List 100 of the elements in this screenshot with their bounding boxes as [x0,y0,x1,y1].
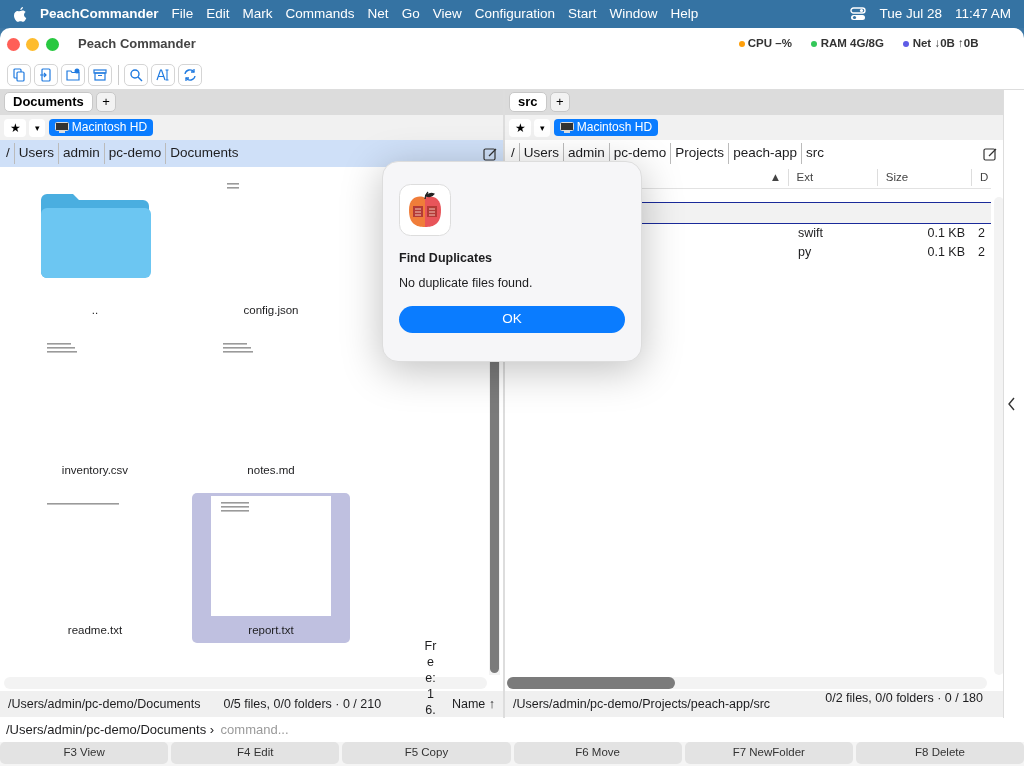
window-title: Peach Commander [78,35,196,54]
function-key-button[interactable]: F5 Copy [342,742,511,764]
drive-button[interactable]: Macintosh HD [48,119,154,136]
drive-button[interactable]: Macintosh HD [553,119,659,136]
text-preview-drawing [47,343,77,355]
refresh-button[interactable] [178,63,203,86]
scrollbar-track[interactable] [994,197,1003,675]
file-tile[interactable]: .. [16,173,174,323]
dropdown-button[interactable]: ▾ [534,118,551,137]
favorites-button[interactable]: ★ [4,118,26,137]
status-counts: 0/2 files, 0/0 folders · 0 / 180 [824,691,983,707]
path-segment[interactable]: admin [58,143,104,164]
menu-item[interactable]: Start [568,3,597,25]
status-counts: 0/5 files, 0/0 folders · 0 / 210 [223,695,383,713]
table-cell-text: py [798,244,813,262]
file-tile[interactable]: inventory.csv [16,333,174,483]
menu-item[interactable]: File [171,3,194,25]
move-button[interactable] [33,63,58,86]
scrollbar-thumb[interactable] [507,677,675,689]
sort-arrow-icon[interactable]: ▲ [769,168,782,187]
menu-item[interactable]: View [432,3,462,25]
monitor-icon [559,122,574,133]
file-name: report.txt [248,622,294,638]
text-preview-drawing [47,503,119,507]
control-center-icon[interactable] [850,7,867,21]
menu-item[interactable]: Window [609,3,658,25]
file-tile[interactable]: notes.md [192,333,350,483]
text-preview-drawing [223,343,253,355]
table-cell-text: 2 [978,225,985,243]
function-key-button[interactable]: F6 Move [513,742,682,764]
function-key-button[interactable]: F4 Edit [171,742,340,764]
dialog-title: Find Duplicates [399,250,494,267]
menu-clock: 11:47 AM [954,4,1011,23]
indicator-label: RAM 4G/8G [820,36,884,52]
menu-item[interactable]: Edit [206,3,230,25]
path-segment[interactable]: / [511,143,519,164]
text-cursor-icon [155,66,171,83]
archive-button[interactable] [88,63,113,86]
edit-path-icon[interactable] [483,146,497,161]
add-tab-button[interactable]: + [96,92,117,112]
table-cell-text: swift [798,225,824,243]
menu-item[interactable]: Configuration [474,3,555,25]
dropdown-button[interactable]: ▾ [29,118,46,137]
favorites-button[interactable]: ★ [509,118,531,137]
menu-date: Tue Jul 28 [879,4,942,23]
new-folder-icon [65,66,81,83]
copy-button[interactable] [6,63,31,86]
column-header[interactable]: Ext [787,168,877,187]
search-button[interactable] [123,63,148,86]
path-segment[interactable]: src [800,143,828,164]
new-folder-button[interactable] [61,63,85,86]
column-header[interactable]: Size [876,168,972,187]
path-segment[interactable]: Users [13,143,59,164]
menu-item[interactable]: Mark [242,3,273,25]
sort-button[interactable]: Name ↑ [451,694,495,714]
file-name: config.json [243,302,299,318]
path-segment[interactable]: Projects [670,143,729,164]
column-header[interactable]: D [971,168,991,187]
app-icon [399,184,451,236]
path-segment[interactable]: peach-app [728,143,801,164]
table-cell-text: 0.1 KB [926,225,965,243]
path-segment[interactable]: Documents [165,143,243,164]
indicator-label: CPU –% [747,36,792,52]
edit-path-icon[interactable] [983,146,997,161]
command-field[interactable]: command... [220,720,1018,740]
menu-item[interactable]: Net [367,3,389,25]
file-name: readme.txt [67,622,123,638]
close-button[interactable] [6,37,20,51]
function-key-button[interactable]: F3 View [0,742,169,764]
panel-tab[interactable]: src [509,92,547,112]
menu-item[interactable]: Commands [285,3,355,25]
ok-button[interactable]: OK [399,306,625,333]
search-icon [127,66,144,83]
apple-menu-icon[interactable] [13,6,27,22]
copy-icon [10,66,27,83]
app-menu[interactable]: PeachCommander [40,3,159,25]
status-path: /Users/admin/pc-demo/Documents [8,695,201,713]
text-preview-drawing [227,183,239,191]
text-preview-drawing [221,501,249,514]
path-segment[interactable]: pc-demo [103,143,166,164]
file-tile[interactable]: readme.txt [16,493,174,643]
dialog-message: No duplicate files found. [399,275,534,293]
move-icon [37,66,54,83]
path-segment[interactable]: / [6,143,14,164]
add-tab-button[interactable]: + [549,92,570,112]
menu-item[interactable]: Help [670,3,699,25]
file-name: .. [91,302,99,318]
file-tile[interactable]: config.json [192,173,350,323]
collapse-sidebar-icon[interactable] [1008,397,1016,411]
panel-tab[interactable]: Documents [4,92,93,112]
menu-item[interactable]: Go [401,3,420,25]
function-key-button[interactable]: F8 Delete [855,742,1024,764]
command-prompt: /Users/admin/pc-demo/Documents › [6,721,215,740]
zoom-button[interactable] [45,37,59,51]
monitor-icon [54,122,69,133]
text-cursor-button[interactable] [151,63,175,86]
file-name: notes.md [247,462,295,478]
file-tile[interactable]: report.txt [192,493,350,643]
indicator-label: Net ↓0B ↑0B [912,36,979,52]
function-key-button[interactable]: F7 NewFolder [684,742,853,764]
